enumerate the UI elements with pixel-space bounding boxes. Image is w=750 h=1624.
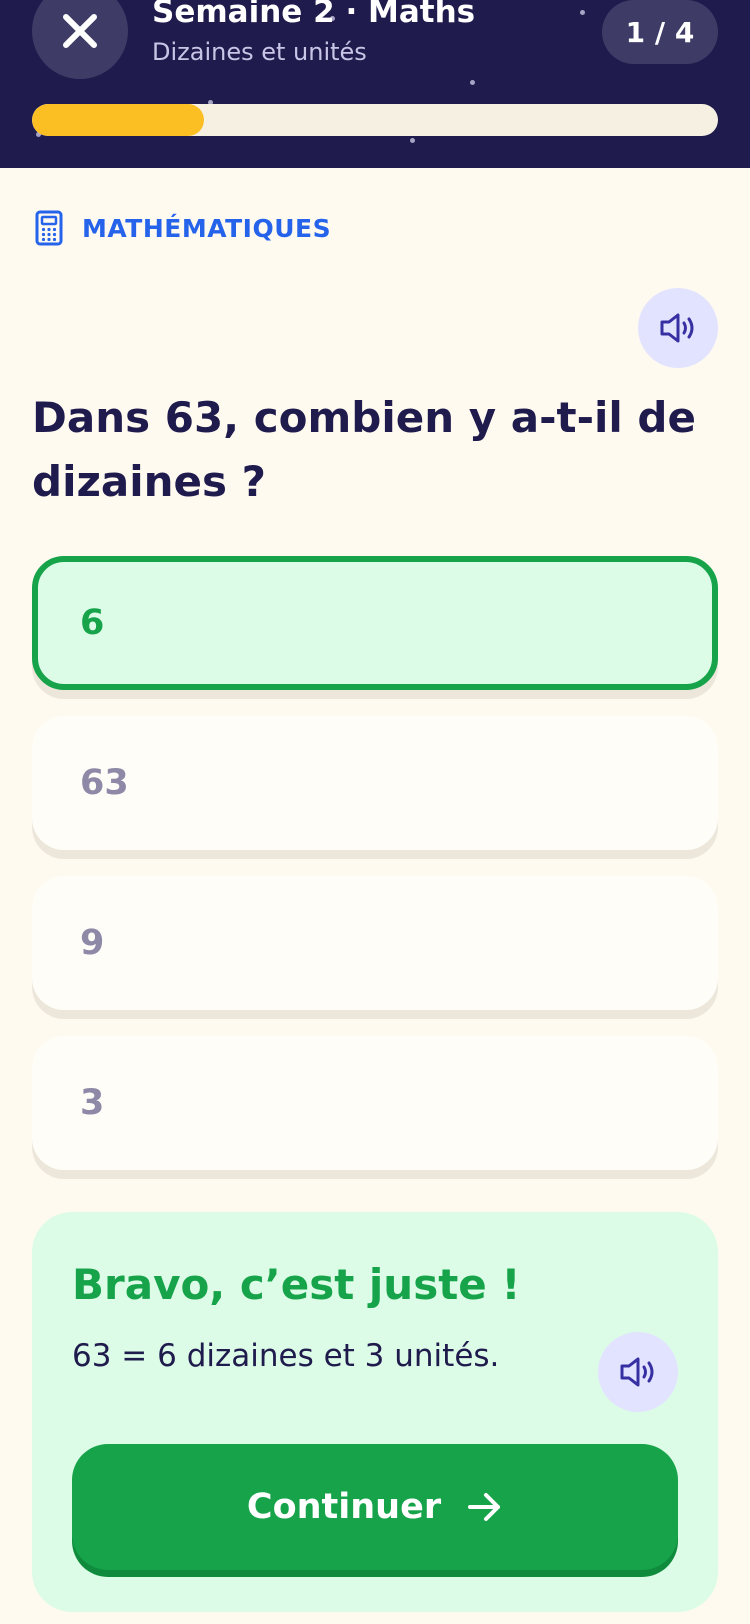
speaker-icon xyxy=(620,1357,654,1387)
question-counter: 1 / 4 xyxy=(602,0,718,64)
decorative-star xyxy=(470,80,475,85)
continue-label: Continuer xyxy=(246,1487,442,1527)
speaker-icon xyxy=(660,313,694,343)
calculator-icon xyxy=(35,210,63,246)
answer-option-correct[interactable]: 6 xyxy=(32,556,718,690)
answer-option-label: 3 xyxy=(80,1083,105,1123)
answer-option-label: 6 xyxy=(80,603,105,643)
question-text: Dans 63, combien y a-t-il de dizaines ? xyxy=(32,393,696,506)
progress-bar xyxy=(32,104,718,136)
question-audio-button[interactable] xyxy=(638,288,718,368)
continue-button[interactable]: Continuer xyxy=(72,1444,678,1570)
feedback-explanation: 63 = 6 dizaines et 3 unités. xyxy=(72,1338,500,1374)
close-icon xyxy=(63,14,97,48)
lesson-subtitle: Dizaines et unités xyxy=(152,38,367,66)
lesson-title: Semaine 2 · Maths xyxy=(152,0,476,30)
feedback-title: Bravo, c’est juste ! xyxy=(72,1260,521,1309)
answer-option[interactable]: 9 xyxy=(32,876,718,1010)
feedback-audio-button[interactable] xyxy=(598,1332,678,1412)
arrow-right-icon xyxy=(468,1493,501,1521)
subject-label: MATHÉMATIQUES xyxy=(82,213,332,243)
subject-tag: MATHÉMATIQUES xyxy=(34,208,331,248)
close-button[interactable] xyxy=(32,0,128,79)
feedback-panel: Bravo, c’est juste ! 63 = 6 dizaines et … xyxy=(32,1212,718,1612)
header-bar: Semaine 2 · Maths Dizaines et unités 1 /… xyxy=(0,0,750,168)
progress-bar-fill xyxy=(32,104,204,136)
answer-option[interactable]: 3 xyxy=(32,1036,718,1170)
decorative-star xyxy=(580,10,585,15)
answer-option-label: 63 xyxy=(80,763,129,803)
answer-option[interactable]: 63 xyxy=(32,716,718,850)
answer-option-label: 9 xyxy=(80,923,105,963)
decorative-star xyxy=(410,138,415,143)
